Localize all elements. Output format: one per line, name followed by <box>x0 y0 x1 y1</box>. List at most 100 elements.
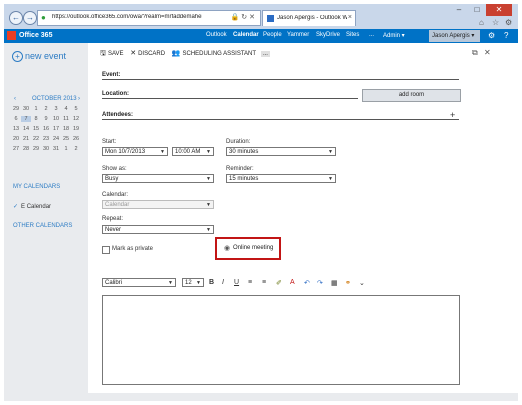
prev-month-icon[interactable]: ‹ <box>14 96 16 102</box>
mark-private-checkbox[interactable] <box>102 246 110 254</box>
calendar-day[interactable]: 1 <box>31 106 41 112</box>
calendar-day[interactable]: 29 <box>31 146 41 152</box>
bold-icon[interactable]: B <box>209 279 214 286</box>
browser-tab[interactable]: Jason Apergis - Outlook We... × <box>262 10 356 26</box>
calendar-day[interactable]: 15 <box>31 126 41 132</box>
calendar-day[interactable]: 17 <box>51 126 61 132</box>
calendar-day[interactable]: 9 <box>41 116 51 122</box>
calendar-day[interactable]: 26 <box>71 136 81 142</box>
insert-picture-icon[interactable]: ▦ <box>331 279 338 287</box>
calendar-day[interactable]: 25 <box>61 136 71 142</box>
insert-link-icon[interactable]: ⚭ <box>345 279 351 287</box>
nav-yammer[interactable]: Yammer <box>287 32 309 38</box>
address-bar-icons[interactable]: 🔒↻✕ <box>231 13 257 21</box>
start-date-dropdown[interactable]: Mon 10/7/2013 ▼ <box>102 147 168 156</box>
calendar-day[interactable]: 31 <box>51 146 61 152</box>
calendar-day[interactable]: 3 <box>51 106 61 112</box>
repeat-dropdown[interactable]: Never ▼ <box>102 225 214 234</box>
add-room-button[interactable]: add room <box>362 89 461 102</box>
add-attendee-plus-icon[interactable]: + <box>450 110 455 120</box>
calendar-day[interactable]: 4 <box>61 106 71 112</box>
calendar-day[interactable]: 20 <box>11 136 21 142</box>
nav-sites[interactable]: Sites <box>346 32 359 38</box>
reminder-dropdown[interactable]: 15 minutes ▼ <box>226 174 336 183</box>
calendar-day[interactable]: 23 <box>41 136 51 142</box>
event-body-editor[interactable] <box>102 295 460 385</box>
more-format-icon[interactable]: ⌄ <box>359 279 365 287</box>
calendar-day[interactable]: 22 <box>31 136 41 142</box>
underline-icon[interactable]: U <box>234 279 239 286</box>
calendar-day[interactable]: 1 <box>61 146 71 152</box>
font-color-icon[interactable]: A <box>290 279 295 286</box>
calendar-day[interactable]: 27 <box>11 146 21 152</box>
location-input[interactable] <box>102 98 358 99</box>
calendar-day[interactable]: 2 <box>71 146 81 152</box>
help-icon[interactable]: ? <box>504 31 508 41</box>
calendar-day[interactable]: 24 <box>51 136 61 142</box>
nav-skydrive[interactable]: SkyDrive <box>316 32 340 38</box>
home-icon[interactable]: ⌂ <box>479 18 484 27</box>
calendar-day[interactable]: 28 <box>21 146 31 152</box>
online-meeting-button[interactable]: ◉ Online meeting <box>215 237 281 260</box>
nav-more[interactable]: ... <box>369 32 374 38</box>
font-name-dropdown[interactable]: Calibri ▼ <box>102 278 176 287</box>
calendar-day[interactable]: 5 <box>71 106 81 112</box>
calendar-list-item[interactable]: ✓ E Calendar <box>13 203 51 210</box>
favorites-star-icon[interactable]: ☆ <box>492 18 499 27</box>
calendar-day[interactable]: 11 <box>61 116 71 122</box>
mark-private-label[interactable]: Mark as private <box>112 246 153 252</box>
back-arrow-icon[interactable]: ← <box>9 11 23 25</box>
other-calendars-heading[interactable]: OTHER CALENDARS <box>13 223 72 229</box>
calendar-day[interactable]: 13 <box>11 126 21 132</box>
nav-outlook[interactable]: Outlook <box>206 32 227 38</box>
calendar-day[interactable]: 30 <box>21 106 31 112</box>
calendar-day[interactable]: 18 <box>61 126 71 132</box>
next-month-icon[interactable]: › <box>78 96 80 102</box>
show-as-dropdown[interactable]: Busy ▼ <box>102 174 214 183</box>
calendar-day[interactable]: 29 <box>11 106 21 112</box>
calendar-day[interactable]: 2 <box>41 106 51 112</box>
font-size-dropdown[interactable]: 12 ▼ <box>182 278 204 287</box>
nav-people[interactable]: People <box>263 32 282 38</box>
maximize-icon[interactable]: □ <box>468 4 486 16</box>
duration-dropdown[interactable]: 30 minutes ▼ <box>226 147 336 156</box>
calendar-day-selected[interactable]: 7 <box>21 116 31 122</box>
start-time-dropdown[interactable]: 10:00 AM ▼ <box>172 147 214 156</box>
redo-icon[interactable]: ↷ <box>317 279 323 287</box>
calendar-day[interactable]: 19 <box>71 126 81 132</box>
settings-icon[interactable]: ⚙ <box>488 31 495 41</box>
numbered-list-icon[interactable]: ≡ <box>262 279 266 286</box>
nav-admin[interactable]: Admin ▾ <box>383 32 405 39</box>
brand-name[interactable]: Office 365 <box>19 32 52 39</box>
calendar-day[interactable]: 6 <box>11 116 21 122</box>
settings-gear-icon[interactable]: ⚙ <box>505 18 512 27</box>
forward-arrow-icon[interactable]: → <box>23 11 37 25</box>
calendar-day[interactable]: 21 <box>21 136 31 142</box>
user-menu[interactable]: Jason Apergis ▾ <box>429 30 480 42</box>
window-close-icon[interactable]: ✕ <box>486 4 512 16</box>
attendees-input[interactable] <box>102 119 459 120</box>
undo-icon[interactable]: ↶ <box>304 279 310 287</box>
calendar-day[interactable]: 12 <box>71 116 81 122</box>
tab-close-icon[interactable]: × <box>348 14 352 21</box>
calendar-day[interactable]: 30 <box>41 146 51 152</box>
highlight-icon[interactable]: ✐ <box>276 279 282 287</box>
discard-button[interactable]: ✕ DISCARD <box>130 50 165 57</box>
new-event-button[interactable]: + new event <box>12 51 66 62</box>
popout-icon[interactable]: ⧉ <box>472 48 478 58</box>
calendar-day[interactable]: 10 <box>51 116 61 122</box>
my-calendars-heading[interactable]: MY CALENDARS <box>13 184 60 190</box>
calendar-day[interactable]: 14 <box>21 126 31 132</box>
save-button[interactable]: 🖫 SAVE <box>100 50 124 57</box>
calendar-day[interactable]: 16 <box>41 126 51 132</box>
close-form-icon[interactable]: ✕ <box>484 48 491 57</box>
nav-calendar[interactable]: Calendar <box>233 32 259 38</box>
address-bar[interactable]: ● https://outlook.office365.com/owa/?rea… <box>37 10 261 26</box>
event-input[interactable] <box>102 79 459 80</box>
scheduling-assistant-button[interactable]: 👥 SCHEDULING ASSISTANT <box>172 50 256 57</box>
bullet-list-icon[interactable]: ≡ <box>248 279 252 286</box>
italic-icon[interactable]: I <box>222 279 224 286</box>
more-options-button[interactable]: ... <box>260 51 270 57</box>
address-url[interactable]: https://outlook.office365.com/owa/?realm… <box>52 14 202 20</box>
calendar-day[interactable]: 8 <box>31 116 41 122</box>
